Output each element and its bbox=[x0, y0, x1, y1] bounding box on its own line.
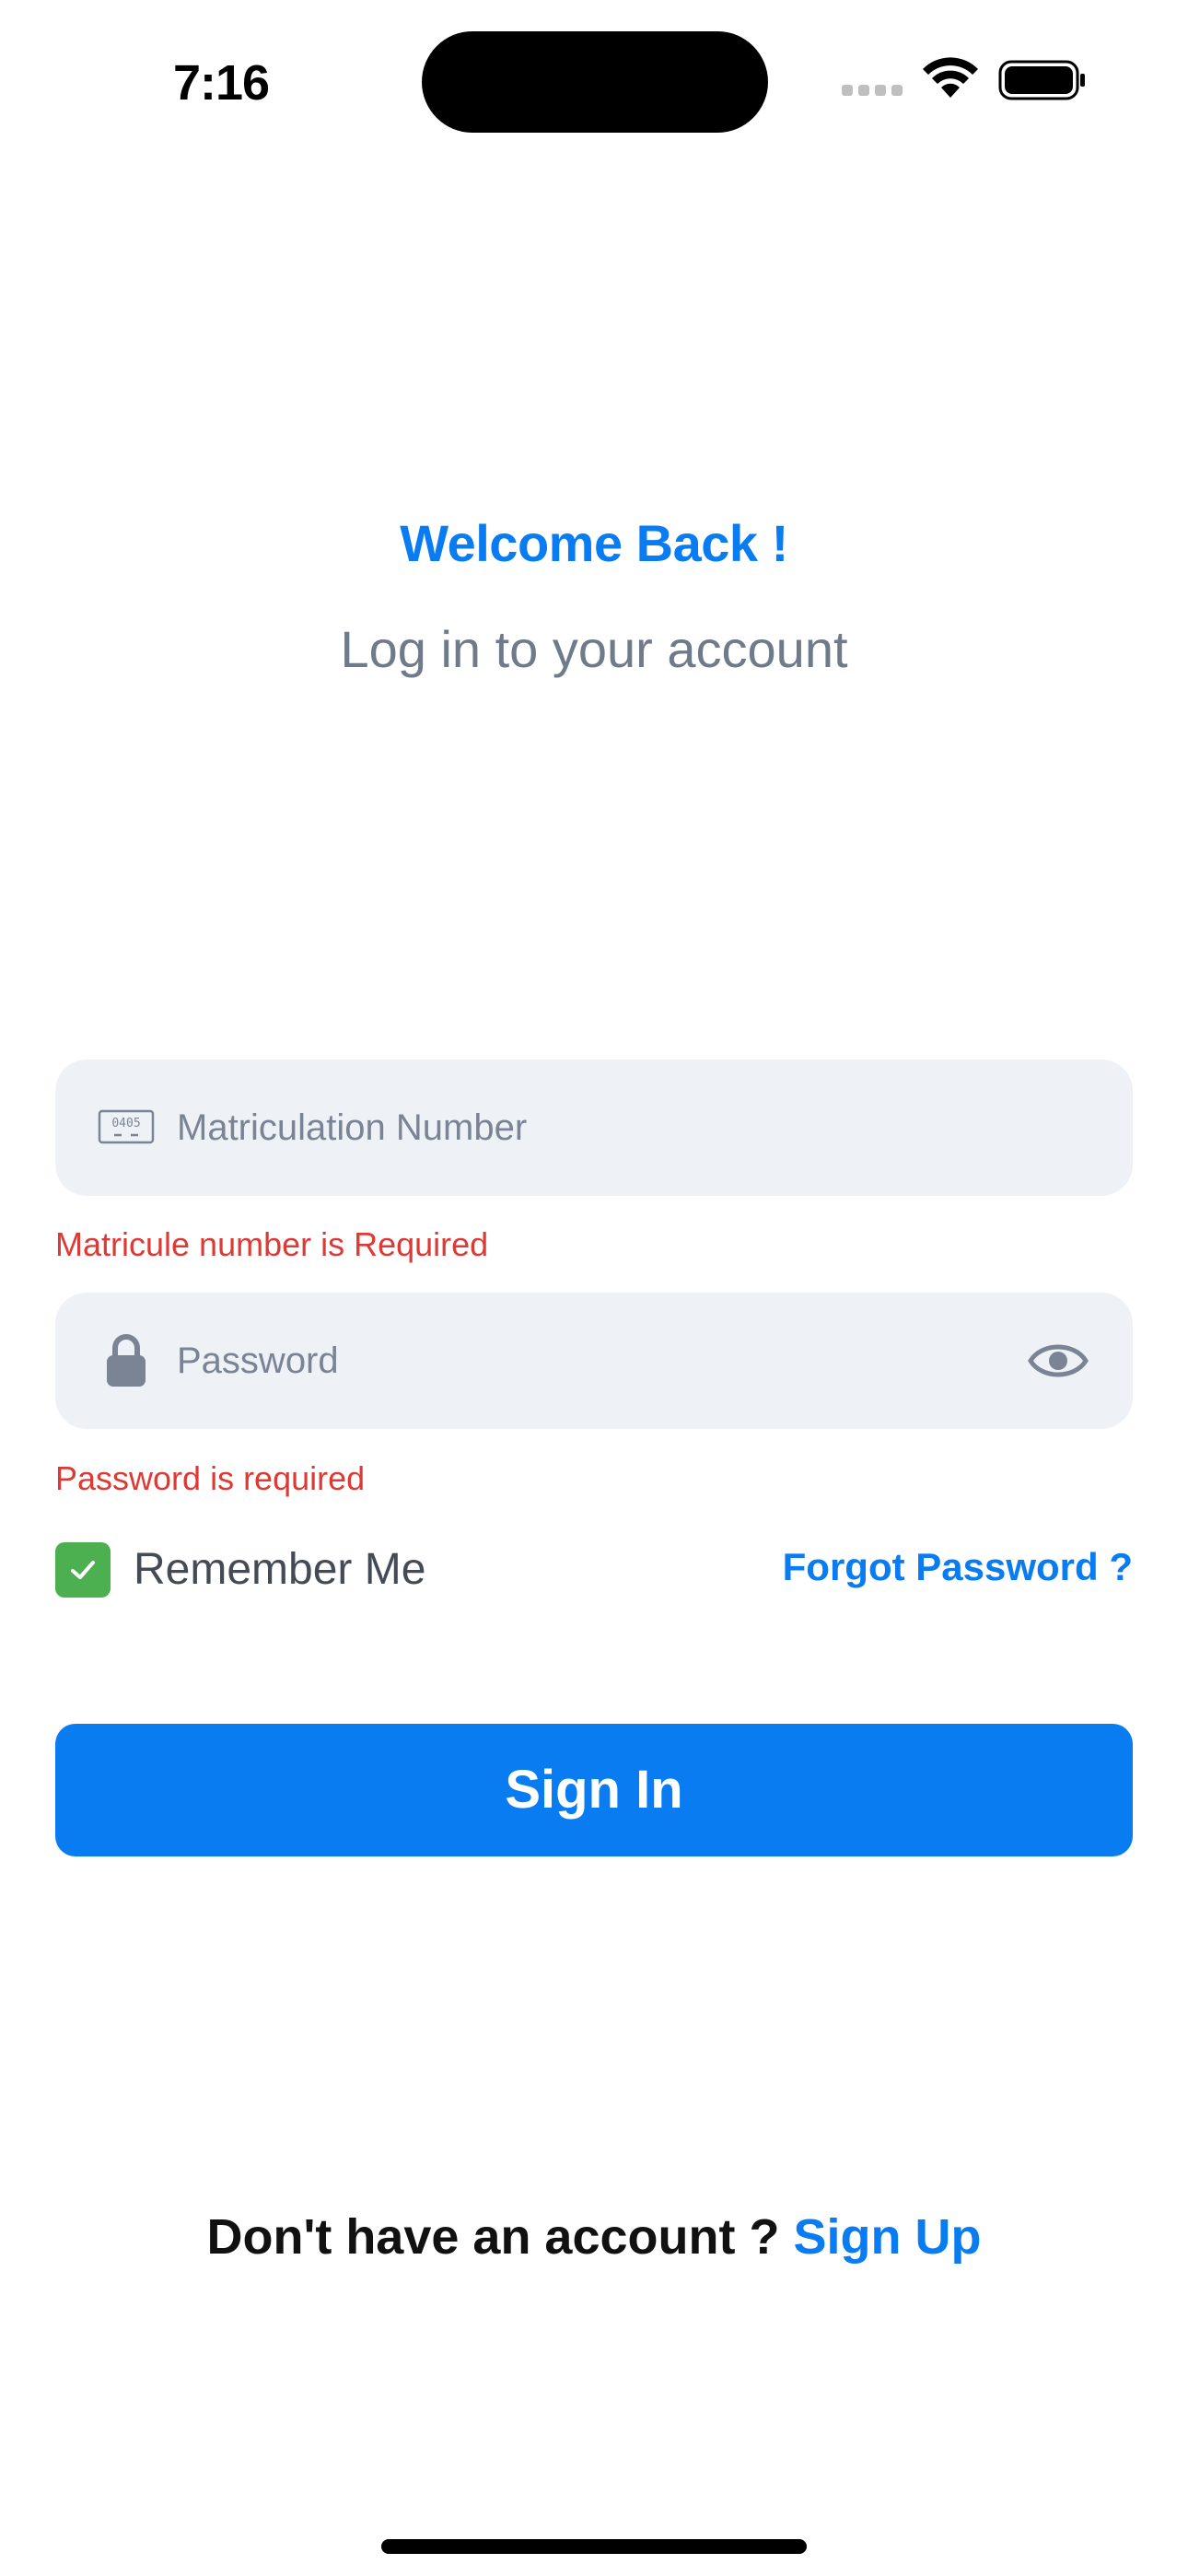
checkmark-icon bbox=[71, 1561, 95, 1579]
signup-row: Don't have an account ? Sign Up bbox=[0, 2195, 1188, 2278]
welcome-subtitle: Log in to your account bbox=[340, 620, 848, 678]
svg-text:0405: 0405 bbox=[111, 1117, 140, 1130]
forgot-password-link[interactable]: Forgot Password ? bbox=[783, 1537, 1133, 1598]
wifi-icon bbox=[921, 57, 980, 101]
remember-me-checkbox[interactable] bbox=[55, 1542, 111, 1598]
matriculation-number-placeholder: Matriculation Number bbox=[177, 1107, 528, 1148]
lock-icon bbox=[98, 1333, 155, 1388]
sign-up-link[interactable]: Sign Up bbox=[793, 2209, 981, 2265]
password-error-text: Password is required bbox=[55, 1459, 366, 1497]
matriculation-number-input[interactable]: 0405 Matriculation Number bbox=[55, 1060, 1133, 1196]
dynamic-island bbox=[422, 31, 768, 133]
sign-in-button[interactable]: Sign In bbox=[55, 1724, 1133, 1856]
battery-icon bbox=[998, 59, 1087, 101]
password-placeholder: Password bbox=[177, 1341, 339, 1381]
status-time: 7:16 bbox=[172, 55, 270, 111]
matriculation-error-text: Matricule number is Required bbox=[55, 1225, 489, 1263]
cellular-signal-icon bbox=[842, 85, 906, 98]
signup-prompt-text: Don't have an account ? bbox=[206, 2209, 794, 2265]
id-number-icon: 0405 bbox=[98, 1100, 155, 1155]
welcome-title: Welcome Back ! bbox=[400, 514, 788, 572]
password-input[interactable]: Password bbox=[55, 1293, 1133, 1429]
home-indicator[interactable] bbox=[381, 2539, 807, 2554]
remember-me-label[interactable]: Remember Me bbox=[134, 1537, 425, 1603]
eye-icon[interactable] bbox=[1028, 1337, 1089, 1385]
